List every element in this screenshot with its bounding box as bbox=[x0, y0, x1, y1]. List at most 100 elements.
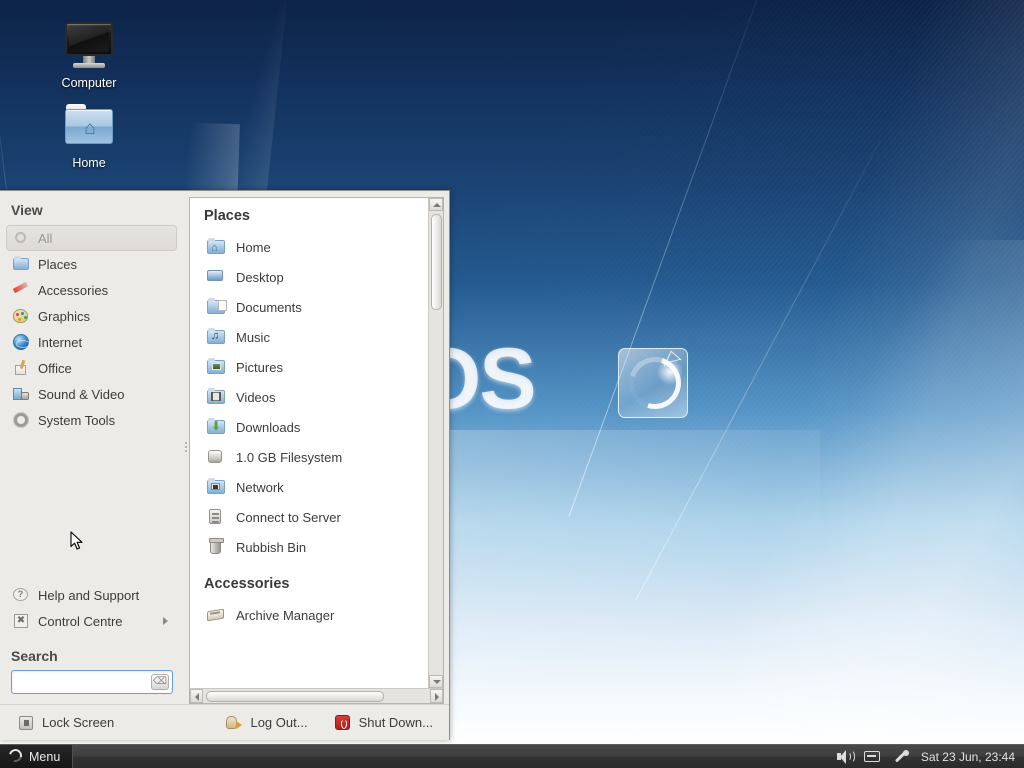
sidebar-item-label: Accessories bbox=[38, 282, 109, 298]
list-item-videos[interactable]: Videos bbox=[190, 382, 428, 412]
log-out-label: Log Out... bbox=[250, 715, 308, 730]
downloads-folder-icon: ⬇ bbox=[206, 417, 226, 437]
sidebar-item-internet[interactable]: Internet bbox=[6, 329, 177, 355]
help-icon: ? bbox=[12, 586, 30, 604]
sidebar-item-label: Places bbox=[38, 256, 78, 272]
office-icon bbox=[12, 359, 30, 377]
home-folder-icon: ⌂ bbox=[206, 237, 226, 257]
application-list[interactable]: Places ⌂ Home Desktop Documents ♫ Music … bbox=[190, 198, 428, 688]
search-input[interactable] bbox=[12, 671, 172, 693]
lock-screen-button[interactable]: Lock Screen bbox=[11, 710, 120, 736]
list-item-downloads[interactable]: ⬇ Downloads bbox=[190, 412, 428, 442]
places-folder-icon bbox=[12, 255, 30, 273]
sound-video-icon bbox=[12, 385, 30, 403]
list-item-home[interactable]: ⌂ Home bbox=[190, 232, 428, 262]
list-item-documents[interactable]: Documents bbox=[190, 292, 428, 322]
archive-manager-icon bbox=[206, 605, 226, 625]
list-item-label: Home bbox=[236, 239, 271, 255]
volume-icon[interactable] bbox=[836, 749, 855, 764]
menu-footer: Lock Screen Log Out... Shut Down... bbox=[0, 704, 449, 740]
videos-folder-icon bbox=[206, 387, 226, 407]
sidebar-item-graphics[interactable]: Graphics bbox=[6, 303, 177, 329]
search-label: Search bbox=[11, 648, 58, 664]
desktop-icon bbox=[206, 267, 226, 287]
system-tray: Sat 23 Jun, 23:44 bbox=[836, 745, 1024, 768]
list-item-rubbish-bin[interactable]: Rubbish Bin bbox=[190, 532, 428, 562]
scroll-up-icon[interactable] bbox=[429, 198, 443, 211]
trash-icon bbox=[206, 537, 226, 557]
pane-body: Places ⌂ Home Desktop Documents ♫ Music … bbox=[190, 198, 443, 688]
computer-monitor-icon bbox=[34, 20, 144, 72]
list-item-label: Network bbox=[236, 479, 284, 495]
sidebar-item-places[interactable]: Places bbox=[6, 251, 177, 277]
drive-harddisk-icon bbox=[206, 447, 226, 467]
scroll-down-icon[interactable] bbox=[429, 675, 443, 688]
list-item-pictures[interactable]: Pictures bbox=[190, 352, 428, 382]
desktop-icon-home[interactable]: ⌂ Home bbox=[34, 100, 144, 171]
lock-screen-label: Lock Screen bbox=[42, 715, 115, 730]
sidebar-item-all[interactable]: All bbox=[6, 225, 177, 251]
desktop-icon-computer[interactable]: Computer bbox=[34, 20, 144, 91]
sidebar-item-control-centre[interactable]: ✖ Control Centre bbox=[6, 608, 177, 634]
mouse-cursor bbox=[70, 531, 83, 550]
sidebar-item-label: Help and Support bbox=[38, 587, 140, 603]
search-box[interactable]: ⌫ bbox=[11, 670, 173, 694]
list-item-label: Pictures bbox=[236, 359, 283, 375]
list-item-label: Rubbish Bin bbox=[236, 539, 307, 555]
horizontal-scrollbar[interactable] bbox=[190, 688, 443, 703]
sidebar-system-items: ? Help and Support ✖ Control Centre bbox=[0, 582, 183, 640]
sidebar-item-accessories[interactable]: Accessories bbox=[6, 277, 177, 303]
shut-down-icon bbox=[334, 714, 352, 732]
list-item-network[interactable]: Network bbox=[190, 472, 428, 502]
list-item-label: Videos bbox=[236, 389, 276, 405]
sidebar-item-label: Graphics bbox=[38, 308, 91, 324]
network-plug-icon[interactable] bbox=[892, 749, 909, 764]
menu-sidebar: View All Places Accessories Graphics Int… bbox=[0, 191, 183, 704]
sidebar-item-office[interactable]: Office bbox=[6, 355, 177, 381]
sidebar-item-label: Sound & Video bbox=[38, 386, 125, 402]
all-gear-icon bbox=[12, 229, 30, 247]
list-item-music[interactable]: ♫ Music bbox=[190, 322, 428, 352]
sidebar-item-help-and-support[interactable]: ? Help and Support bbox=[6, 582, 177, 608]
system-tools-gear-icon bbox=[12, 411, 30, 429]
sidebar-item-sound-video[interactable]: Sound & Video bbox=[6, 381, 177, 407]
list-item-desktop[interactable]: Desktop bbox=[190, 262, 428, 292]
list-item-archive-manager[interactable]: Archive Manager bbox=[190, 600, 428, 630]
scroll-left-icon[interactable] bbox=[190, 689, 203, 703]
list-item-label: Connect to Server bbox=[236, 509, 341, 525]
home-folder-icon: ⌂ bbox=[34, 100, 144, 152]
submenu-arrow-icon bbox=[163, 617, 168, 625]
menu-button-label: Menu bbox=[29, 749, 61, 764]
list-item-label: Downloads bbox=[236, 419, 301, 435]
taskbar: Menu Sat 23 Jun, 23:44 bbox=[0, 744, 1024, 768]
list-item-filesystem[interactable]: 1.0 GB Filesystem bbox=[190, 442, 428, 472]
vertical-scrollbar[interactable] bbox=[428, 198, 443, 688]
display-icon[interactable] bbox=[863, 749, 881, 764]
list-item-label: Archive Manager bbox=[236, 607, 335, 623]
internet-globe-icon bbox=[12, 333, 30, 351]
clear-text-icon[interactable]: ⌫ bbox=[151, 674, 169, 690]
music-folder-icon: ♫ bbox=[206, 327, 226, 347]
sidebar-item-label: Control Centre bbox=[38, 613, 123, 629]
lock-screen-icon bbox=[17, 714, 35, 732]
view-label: View bbox=[11, 202, 43, 218]
desktop-icon-label: Computer bbox=[61, 76, 117, 90]
horizontal-scrollbar-thumb[interactable] bbox=[206, 691, 384, 702]
wallpaper-logo bbox=[618, 348, 688, 418]
screen: usOS Computer ⌂ Home bbox=[0, 0, 1024, 768]
sidebar-item-label: System Tools bbox=[38, 412, 116, 428]
vertical-scrollbar-thumb[interactable] bbox=[431, 214, 442, 310]
log-out-button[interactable]: Log Out... bbox=[219, 710, 313, 736]
group-title-accessories: Accessories bbox=[204, 576, 290, 592]
shut-down-button[interactable]: Shut Down... bbox=[328, 710, 439, 736]
group-title-places: Places bbox=[204, 208, 250, 224]
menu-button[interactable]: Menu bbox=[0, 745, 74, 768]
clock[interactable]: Sat 23 Jun, 23:44 bbox=[920, 750, 1015, 764]
documents-folder-icon bbox=[206, 297, 227, 317]
scroll-right-icon[interactable] bbox=[430, 689, 443, 703]
list-item-connect-to-server[interactable]: Connect to Server bbox=[190, 502, 428, 532]
sidebar-item-label: All bbox=[38, 230, 53, 246]
application-menu: View All Places Accessories Graphics Int… bbox=[0, 190, 450, 740]
sidebar-item-system-tools[interactable]: System Tools bbox=[6, 407, 177, 433]
list-item-label: Desktop bbox=[236, 269, 284, 285]
